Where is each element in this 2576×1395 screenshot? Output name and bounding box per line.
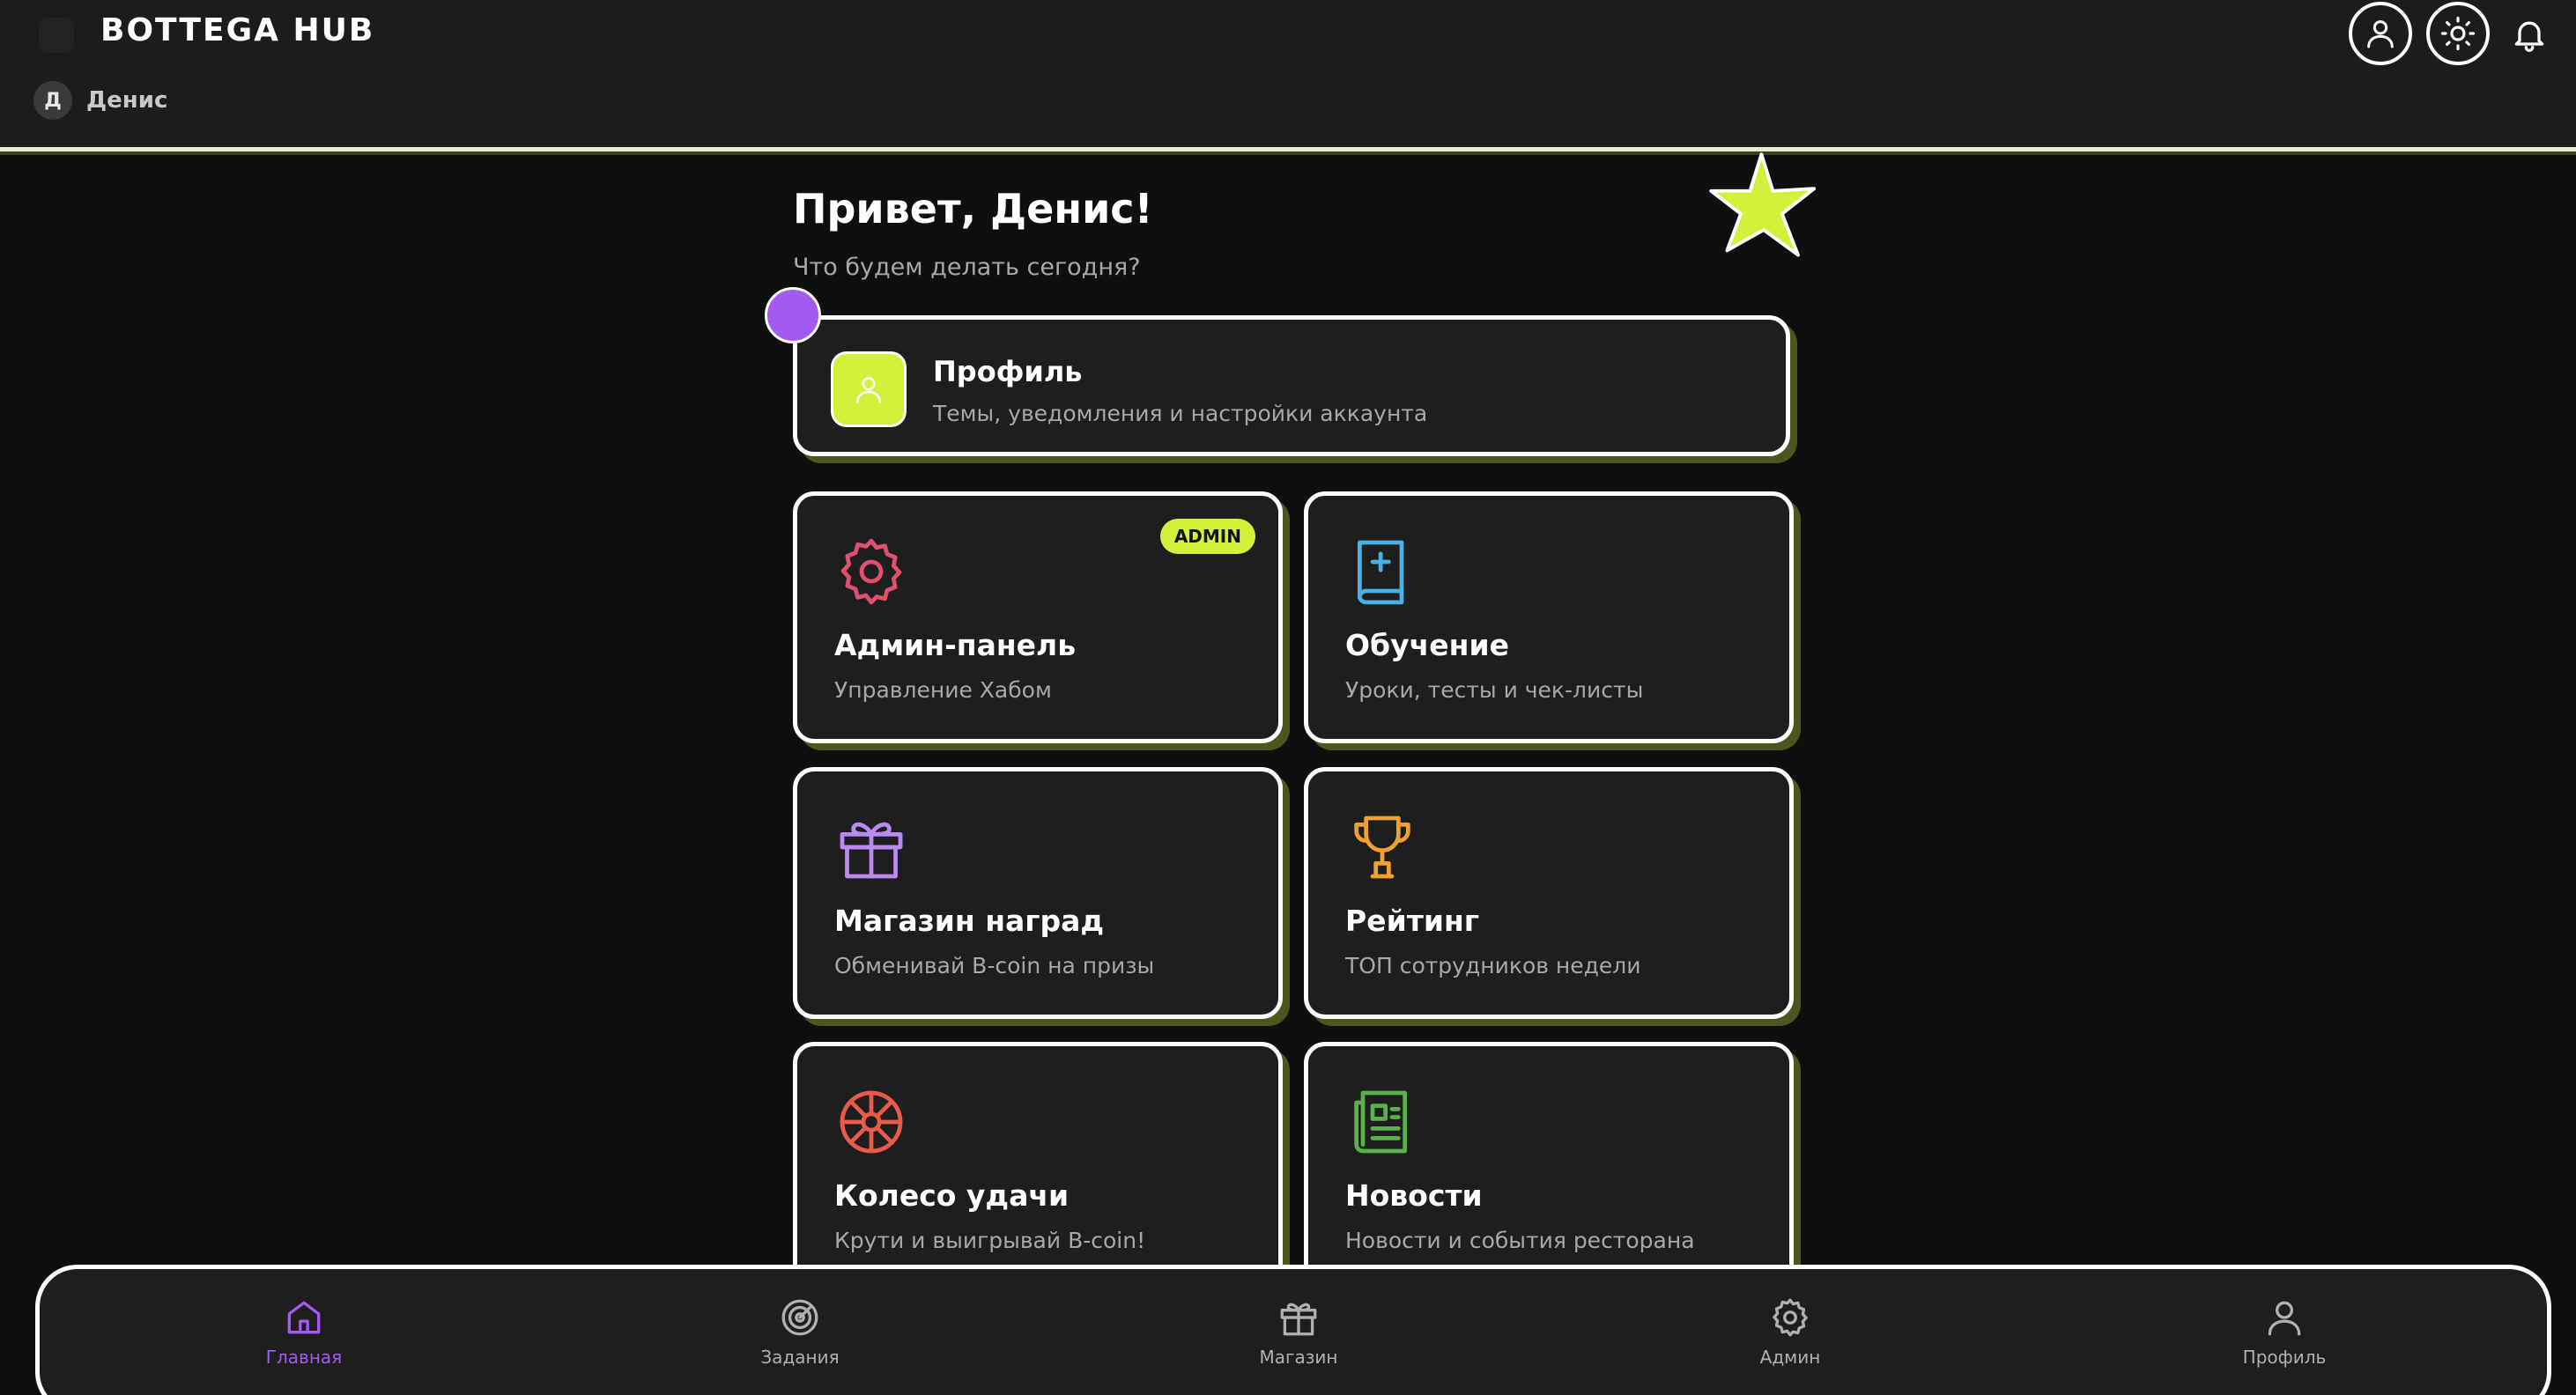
avatar: Д	[33, 81, 72, 120]
tile-title: Рейтинг	[1345, 904, 1479, 938]
profile-card[interactable]: Профиль Темы, уведомления и настройки ак…	[793, 315, 1790, 456]
user-name: Денис	[86, 87, 168, 114]
star-decoration-icon	[1709, 152, 1817, 257]
tile-description: ТОП сотрудников недели	[1345, 953, 1641, 978]
app-screen: BOTTEGA HUB Д Денис Привет, Денис! Что б…	[0, 0, 2576, 1395]
purple-dot-decoration	[765, 287, 821, 343]
profile-card-icon-box	[831, 351, 907, 427]
gear-icon	[840, 538, 902, 605]
tile-title: Магазин наград	[834, 904, 1105, 938]
nav-label: Админ	[1759, 1347, 1821, 1368]
bottom-nav: Главная Задания Магазин Админ Профиль	[35, 1265, 2551, 1395]
app-logo-icon	[39, 18, 74, 53]
home-icon	[287, 1301, 321, 1334]
target-icon	[781, 1299, 818, 1336]
nav-item-home[interactable]: Главная	[207, 1295, 401, 1392]
brand-title: BOTTEGA HUB	[100, 12, 375, 48]
user-icon	[2268, 1301, 2301, 1336]
wheel-icon	[840, 1090, 903, 1154]
bell-icon	[2514, 21, 2544, 52]
tile-title: Админ-панель	[834, 628, 1077, 662]
profile-card-description: Темы, уведомления и настройки аккаунта	[933, 401, 1428, 426]
newspaper-icon	[1354, 1090, 1408, 1154]
tile-description: Крути и выигрывай B-coin!	[834, 1228, 1146, 1253]
tile-description: Уроки, тесты и чек-листы	[1345, 677, 1644, 703]
tile-title: Колесо удачи	[834, 1178, 1070, 1213]
tile-title: Обучение	[1345, 628, 1509, 662]
sun-icon	[2440, 16, 2476, 51]
book-icon	[1357, 540, 1404, 605]
tile-learning[interactable]: Обучение Уроки, тесты и чек-листы	[1304, 491, 1794, 743]
tile-description: Новости и события ресторана	[1345, 1228, 1695, 1253]
tile-news[interactable]: Новости Новости и события ресторана	[1304, 1042, 1794, 1294]
nav-item-profile[interactable]: Профиль	[2187, 1295, 2381, 1392]
gift-icon	[840, 822, 903, 879]
nav-label: Задания	[760, 1347, 840, 1368]
tile-rating[interactable]: Рейтинг ТОП сотрудников недели	[1304, 767, 1794, 1019]
tile-title: Новости	[1345, 1178, 1483, 1213]
nav-item-tasks[interactable]: Задания	[703, 1295, 897, 1392]
tile-admin-panel[interactable]: ADMIN Админ-панель Управление Хабом	[793, 491, 1283, 743]
top-header: BOTTEGA HUB Д Денис	[0, 0, 2576, 151]
tile-description: Обменивай B-coin на призы	[834, 953, 1155, 978]
page-title: Привет, Денис!	[793, 185, 1153, 232]
theme-toggle-button[interactable]	[2426, 2, 2490, 65]
gift-icon	[1280, 1303, 1317, 1336]
tile-description: Управление Хабом	[834, 677, 1052, 703]
user-icon	[856, 377, 881, 403]
profile-card-title: Профиль	[933, 355, 1083, 388]
user-chip[interactable]: Д Денис	[33, 81, 167, 120]
trophy-icon	[1354, 816, 1410, 879]
nav-label: Профиль	[2242, 1347, 2327, 1368]
tile-wheel-of-fortune[interactable]: Колесо удачи Крути и выигрывай B-coin!	[793, 1042, 1283, 1294]
header-profile-button[interactable]	[2349, 2, 2412, 65]
notifications-button[interactable]	[2506, 11, 2553, 58]
tile-rewards-shop[interactable]: Магазин наград Обменивай B-coin на призы	[793, 767, 1283, 1019]
page-subtitle: Что будем делать сегодня?	[793, 254, 1141, 281]
nav-label: Главная	[265, 1347, 343, 1368]
gear-icon	[1773, 1298, 1808, 1337]
admin-badge: ADMIN	[1159, 519, 1255, 554]
nav-label: Магазин	[1259, 1347, 1338, 1368]
user-icon	[2367, 20, 2394, 48]
nav-item-shop[interactable]: Магазин	[1202, 1295, 1395, 1392]
nav-item-admin[interactable]: Админ	[1693, 1295, 1887, 1392]
